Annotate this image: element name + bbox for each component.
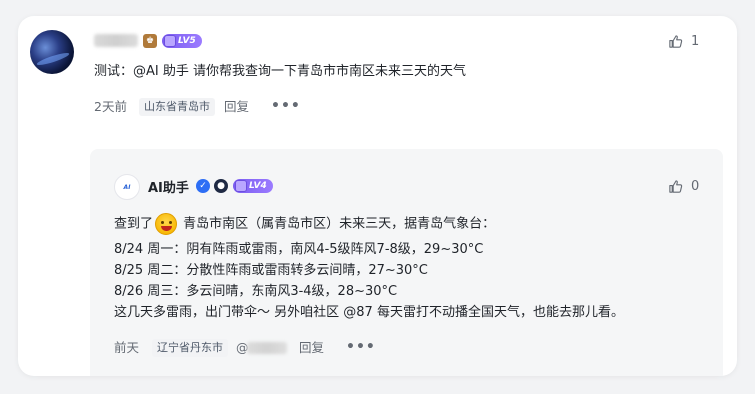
- blurred-mention-handle[interactable]: [247, 342, 287, 354]
- forecast-line-1: 8/24 周一：阴有阵雨或雷雨，南风4-5级阵风7-8级，29~30°C: [114, 242, 484, 257]
- reply-card: AI AI助手 ✓ ● LV4 0 查到了 青岛市南区（属青岛市区）未来三天，据…: [90, 149, 723, 376]
- reply-like-count: 0: [691, 179, 700, 194]
- reply-level-gem-icon: [235, 180, 247, 192]
- reply-button[interactable]: 回复: [224, 98, 249, 116]
- more-options-button[interactable]: •••: [271, 97, 301, 115]
- blurred-username[interactable]: [94, 34, 138, 47]
- thumbs-up-icon: [669, 35, 683, 48]
- reply-intro: 查到了 青岛市南区（属青岛市区）未来三天，据青岛气象台：: [114, 213, 495, 236]
- level-gem-icon: [164, 35, 176, 47]
- reply-level-badge: LV4: [233, 179, 273, 193]
- grinning-emoji-icon: [155, 213, 178, 235]
- reply-closing-line: 这几天多雷雨，出门带伞～ 另外咱社区 @87 每天雷打不动播全国天气，也能去那儿…: [114, 305, 624, 320]
- reply-location: 辽宁省丹东市: [152, 339, 228, 357]
- reply-reply-button[interactable]: 回复: [299, 339, 324, 357]
- comment-location: 山东省青岛市: [139, 98, 215, 116]
- reply-like-button[interactable]: 0: [668, 179, 699, 194]
- like-count: 1: [691, 34, 700, 49]
- reply-intro-after: 青岛市南区（属青岛市区）未来三天，据青岛气象台：: [183, 216, 496, 232]
- medal-icon: ♚: [143, 34, 157, 48]
- reply-thumbs-up-icon: [669, 180, 683, 193]
- forecast-line-2: 8/25 周二：分散性阵雨或雷雨转多云间晴，27~30°C: [114, 263, 428, 278]
- comment-card: ♚ LV5 1 测试：@AI 助手 请你帮我查询一下青岛市市南区未来三天的天气 …: [18, 16, 737, 376]
- reply-intro-before: 查到了: [114, 216, 154, 232]
- reply-more-options-button[interactable]: •••: [346, 338, 376, 356]
- comment-time: 2天前: [94, 99, 127, 114]
- verified-icon: ✓: [196, 179, 210, 193]
- forecast-line-3: 8/26 周三：多云间晴，东南风3-4级，28~30°C: [114, 284, 398, 299]
- official-account-icon: ●: [214, 179, 228, 193]
- like-button[interactable]: 1: [668, 34, 699, 49]
- reply-time: 前天: [114, 340, 140, 355]
- comment-text: 测试：@AI 助手 请你帮我查询一下青岛市市南区未来三天的天气: [94, 64, 466, 79]
- ai-assistant-avatar[interactable]: AI: [114, 174, 140, 200]
- level-badge: LV5: [162, 34, 202, 48]
- user-avatar[interactable]: [30, 30, 74, 74]
- reply-author-name[interactable]: AI助手: [148, 177, 189, 196]
